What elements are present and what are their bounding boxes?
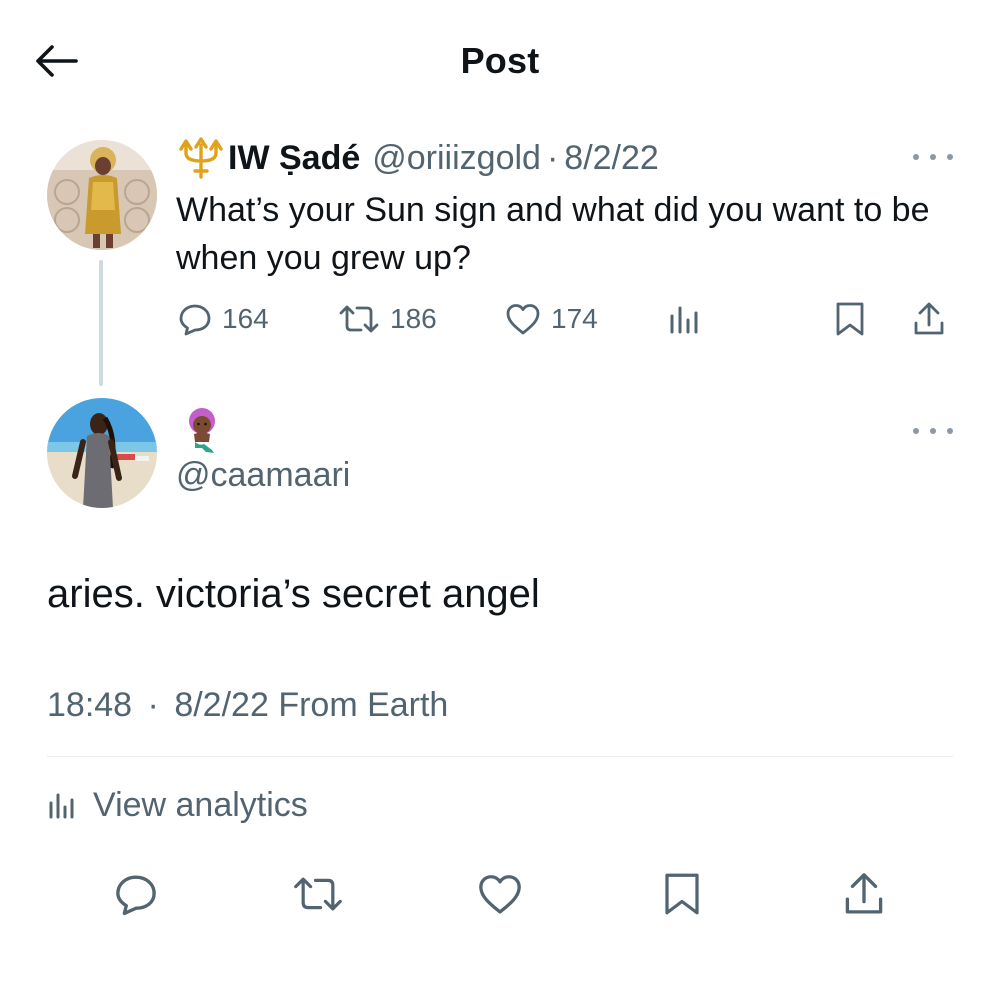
parent-repost-button[interactable]: 186 bbox=[338, 296, 437, 342]
parent-author-avatar[interactable] bbox=[47, 140, 157, 250]
reply-more-options-button[interactable] bbox=[913, 421, 953, 441]
main-action-row bbox=[0, 866, 1000, 922]
share-icon bbox=[845, 873, 883, 914]
top-bar: Post bbox=[0, 0, 1000, 120]
more-dot-icon bbox=[947, 428, 953, 434]
separator-dot: · bbox=[546, 138, 559, 177]
more-dot-icon bbox=[947, 154, 953, 160]
analytics-bars-icon bbox=[49, 793, 74, 819]
more-dot-icon bbox=[930, 428, 936, 434]
bookmark-icon bbox=[836, 302, 864, 336]
repost-count: 186 bbox=[390, 303, 437, 334]
repost-button[interactable] bbox=[292, 866, 344, 922]
post-date[interactable]: 8/2/22 bbox=[174, 686, 269, 724]
share-button[interactable] bbox=[842, 866, 886, 922]
parent-display-name[interactable]: IW Ṣadé bbox=[228, 139, 360, 178]
share-icon bbox=[914, 302, 944, 335]
bookmark-icon bbox=[665, 873, 699, 915]
trident-icon bbox=[176, 137, 226, 179]
parent-handle[interactable]: @oriiizgold bbox=[372, 139, 541, 178]
separator-dot: · bbox=[147, 686, 159, 724]
view-analytics-label: View analytics bbox=[93, 785, 308, 824]
page-title: Post bbox=[460, 40, 540, 81]
post-source: From Earth bbox=[278, 686, 449, 724]
more-dot-icon bbox=[930, 154, 936, 160]
parent-views-button[interactable] bbox=[668, 296, 702, 342]
parent-reply-button[interactable]: 164 bbox=[178, 296, 269, 342]
parent-more-options-button[interactable] bbox=[913, 147, 953, 167]
bookmark-button[interactable] bbox=[662, 866, 702, 922]
post-time[interactable]: 18:48 bbox=[47, 686, 132, 724]
reply-handle[interactable]: @caamaari bbox=[176, 456, 350, 495]
reply-icon bbox=[179, 304, 211, 336]
post-timestamp-line: 18:48 · 8/2/22 From Earth bbox=[47, 686, 448, 725]
like-button[interactable] bbox=[477, 866, 523, 922]
reply-count: 164 bbox=[222, 303, 269, 334]
heart-icon bbox=[506, 304, 540, 335]
mermaid-emoji-icon bbox=[180, 406, 226, 454]
like-count: 174 bbox=[551, 303, 598, 334]
view-analytics-link[interactable]: View analytics bbox=[47, 782, 308, 828]
parent-share-button[interactable] bbox=[912, 296, 946, 342]
divider bbox=[47, 756, 953, 757]
avatar-image bbox=[47, 140, 157, 250]
reply-author-avatar[interactable] bbox=[47, 398, 157, 508]
reply-icon bbox=[116, 875, 156, 916]
reply-post-text: aries. victoria’s secret angel bbox=[47, 572, 540, 616]
parent-post-text: What’s your Sun sign and what did you wa… bbox=[176, 191, 930, 277]
more-dot-icon bbox=[913, 428, 919, 434]
parent-date[interactable]: 8/2/22 bbox=[564, 139, 659, 178]
repost-icon bbox=[294, 877, 342, 911]
parent-action-row: 164 186 174 bbox=[0, 296, 1000, 342]
heart-icon bbox=[479, 875, 521, 914]
repost-icon bbox=[339, 305, 379, 333]
parent-post-header: IW Ṣadé @oriiizgold · 8/2/22 bbox=[176, 136, 659, 180]
more-dot-icon bbox=[913, 154, 919, 160]
avatar-image bbox=[47, 398, 157, 508]
analytics-bars-icon bbox=[670, 306, 698, 334]
parent-like-button[interactable]: 174 bbox=[505, 296, 598, 342]
reply-button[interactable] bbox=[114, 866, 158, 922]
parent-bookmark-button[interactable] bbox=[834, 296, 866, 342]
